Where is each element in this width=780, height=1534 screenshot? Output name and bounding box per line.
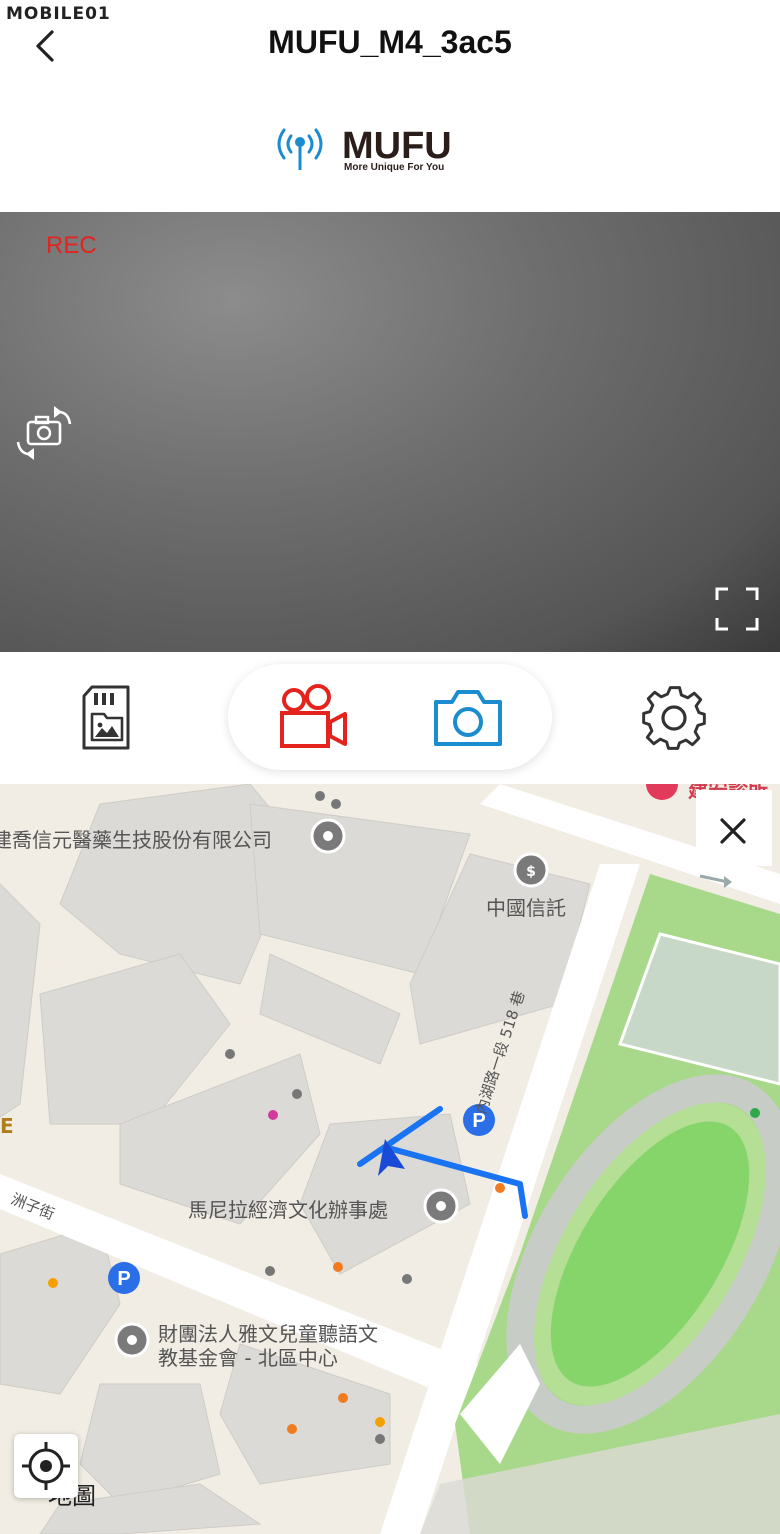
- close-map-button[interactable]: [696, 790, 772, 866]
- rec-indicator: REC: [46, 232, 97, 259]
- switch-camera-button[interactable]: [10, 400, 78, 464]
- gear-icon: [642, 686, 706, 750]
- camera-preview[interactable]: [0, 212, 780, 652]
- map-label-foundation-2: 教基金會 - 北區中心: [158, 1346, 338, 1370]
- fullscreen-icon: [715, 587, 759, 631]
- page-title: MUFU_M4_3ac5: [268, 24, 512, 60]
- watermark: MOBILE01: [6, 4, 111, 24]
- camera-icon: [434, 690, 502, 746]
- camera-rotate-icon: [16, 406, 72, 460]
- map-label-company: 建喬信元醫藥生技股份有限公司: [0, 828, 272, 852]
- wifi-antenna-icon: [277, 128, 323, 170]
- settings-button[interactable]: [640, 684, 708, 752]
- map-canvas: P P $: [0, 784, 780, 1534]
- logo-tagline: More Unique For You: [344, 162, 444, 173]
- close-icon: [720, 818, 746, 844]
- sd-gallery-button[interactable]: [78, 684, 134, 754]
- logo-brand-text: MUFU: [342, 125, 452, 167]
- video-camera-icon: [280, 684, 347, 748]
- map-label-office: 馬尼拉經濟文化辦事處: [188, 1198, 388, 1222]
- take-photo-button[interactable]: [432, 688, 504, 748]
- crosshair-icon: [22, 1442, 70, 1490]
- locate-me-button[interactable]: [14, 1434, 78, 1498]
- sd-card-gallery-icon: [82, 685, 130, 750]
- map-label-bank: 中國信託: [486, 896, 566, 920]
- svg-text:$: $: [526, 864, 536, 880]
- parking-icon-2: P: [108, 1262, 140, 1294]
- fullscreen-button[interactable]: [714, 586, 760, 632]
- map-label-edge: E: [0, 1114, 14, 1138]
- svg-text:P: P: [117, 1268, 130, 1290]
- map-view[interactable]: P P $ 建喬信元醫藥生技股份有限公司 中國信託 馬尼拉經濟文化辦事處 財團法…: [0, 784, 780, 1534]
- mufu-logo: MUFU More Unique For You: [272, 118, 472, 178]
- record-video-button[interactable]: [278, 682, 350, 752]
